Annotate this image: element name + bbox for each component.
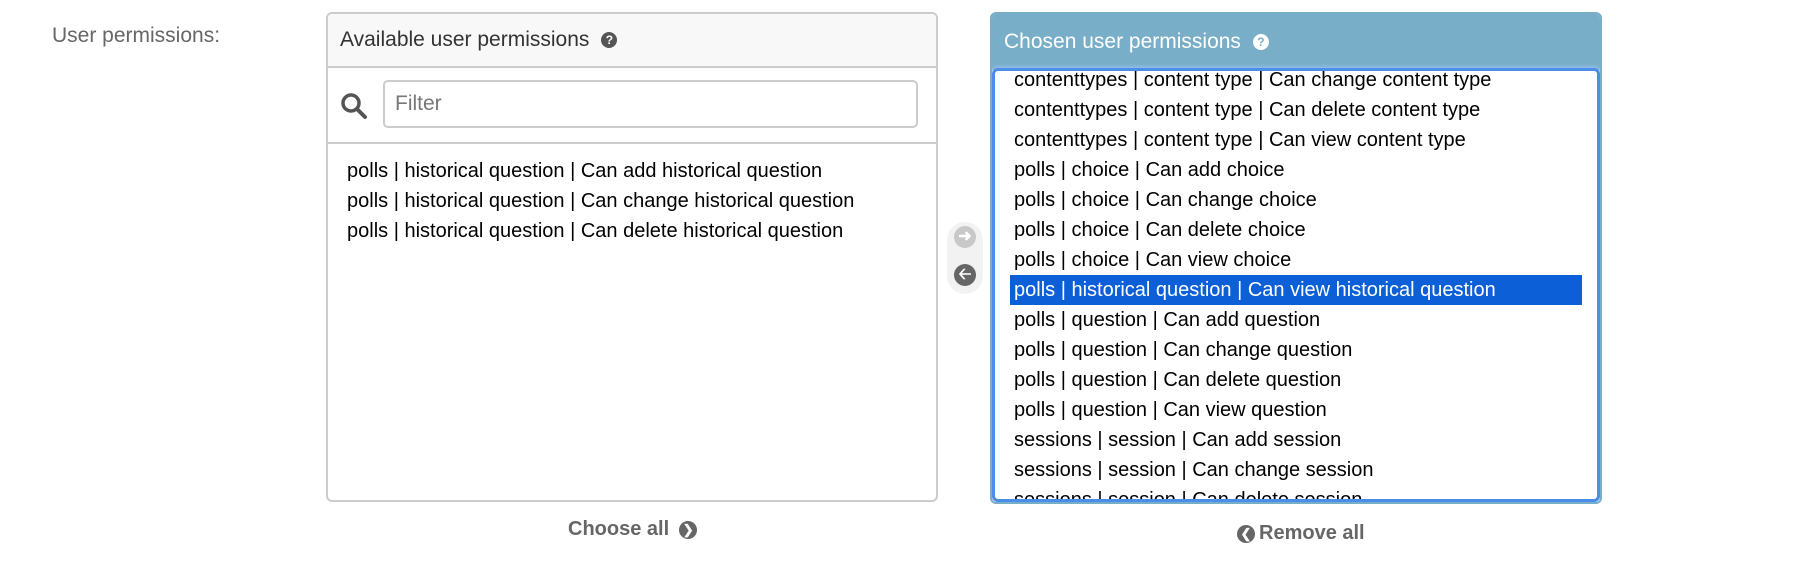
arrow-left-circle-icon[interactable]: 🡠 bbox=[954, 264, 976, 286]
chosen-options-list[interactable]: contenttypes | content type | Can change… bbox=[1010, 71, 1582, 499]
choose-all-link[interactable]: Choose all ❯ bbox=[568, 518, 698, 541]
permission-option[interactable]: polls | historical question | Can change… bbox=[328, 186, 936, 216]
chosen-permissions-box: Chosen user permissions ? contenttypes |… bbox=[990, 12, 1602, 504]
filter-input[interactable] bbox=[383, 80, 918, 128]
chosen-permissions-header: Chosen user permissions ? bbox=[992, 14, 1600, 70]
arrow-right-circle-icon: ❯ bbox=[679, 520, 698, 539]
permission-option[interactable]: polls | question | Can change question bbox=[1010, 335, 1582, 365]
remove-all-label: Remove all bbox=[1259, 522, 1365, 544]
permission-option[interactable]: polls | question | Can add question bbox=[1010, 305, 1582, 335]
permission-option[interactable]: sessions | session | Can change session bbox=[1010, 455, 1582, 485]
choose-all-label: Choose all bbox=[568, 518, 670, 540]
available-permissions-header: Available user permissions ? bbox=[328, 14, 936, 68]
permission-option[interactable]: polls | historical question | Can view h… bbox=[1010, 275, 1582, 305]
chosen-permissions-select[interactable]: contenttypes | content type | Can change… bbox=[992, 68, 1600, 502]
filter-row bbox=[328, 68, 936, 144]
question-circle-icon[interactable]: ? bbox=[601, 32, 618, 48]
permission-option[interactable]: polls | choice | Can change choice bbox=[1010, 185, 1582, 215]
permission-option[interactable]: polls | question | Can delete question bbox=[1010, 365, 1582, 395]
arrow-left-circle-icon: ❮ bbox=[1237, 524, 1255, 543]
permission-option[interactable]: polls | historical question | Can delete… bbox=[328, 216, 936, 246]
question-circle-icon[interactable]: ? bbox=[1252, 34, 1269, 50]
permission-option[interactable]: sessions | session | Can add session bbox=[1010, 425, 1582, 455]
transfer-controls: ➜ 🡠 bbox=[947, 222, 983, 294]
permission-option[interactable]: contenttypes | content type | Can change… bbox=[1010, 71, 1582, 95]
remove-all-link[interactable]: ❮ Remove all bbox=[1237, 522, 1365, 545]
chosen-permissions-title: Chosen user permissions bbox=[1004, 30, 1241, 53]
permission-option[interactable]: polls | question | Can view question bbox=[1010, 395, 1582, 425]
arrow-right-circle-icon[interactable]: ➜ bbox=[954, 226, 976, 248]
permission-option[interactable]: contenttypes | content type | Can delete… bbox=[1010, 95, 1582, 125]
permission-option[interactable]: polls | choice | Can view choice bbox=[1010, 245, 1582, 275]
permission-option[interactable]: polls | choice | Can delete choice bbox=[1010, 215, 1582, 245]
permission-option[interactable]: sessions | session | Can delete session bbox=[1010, 485, 1582, 499]
available-permissions-box: Available user permissions ? polls | his… bbox=[326, 12, 938, 502]
available-permissions-title: Available user permissions bbox=[340, 28, 590, 51]
field-label: User permissions: bbox=[52, 24, 221, 47]
permission-option[interactable]: polls | choice | Can add choice bbox=[1010, 155, 1582, 185]
permission-option[interactable]: polls | historical question | Can add hi… bbox=[328, 156, 936, 186]
permission-option[interactable]: contenttypes | content type | Can view c… bbox=[1010, 125, 1582, 155]
available-options-list[interactable]: polls | historical question | Can add hi… bbox=[328, 144, 936, 500]
search-icon bbox=[341, 93, 367, 119]
